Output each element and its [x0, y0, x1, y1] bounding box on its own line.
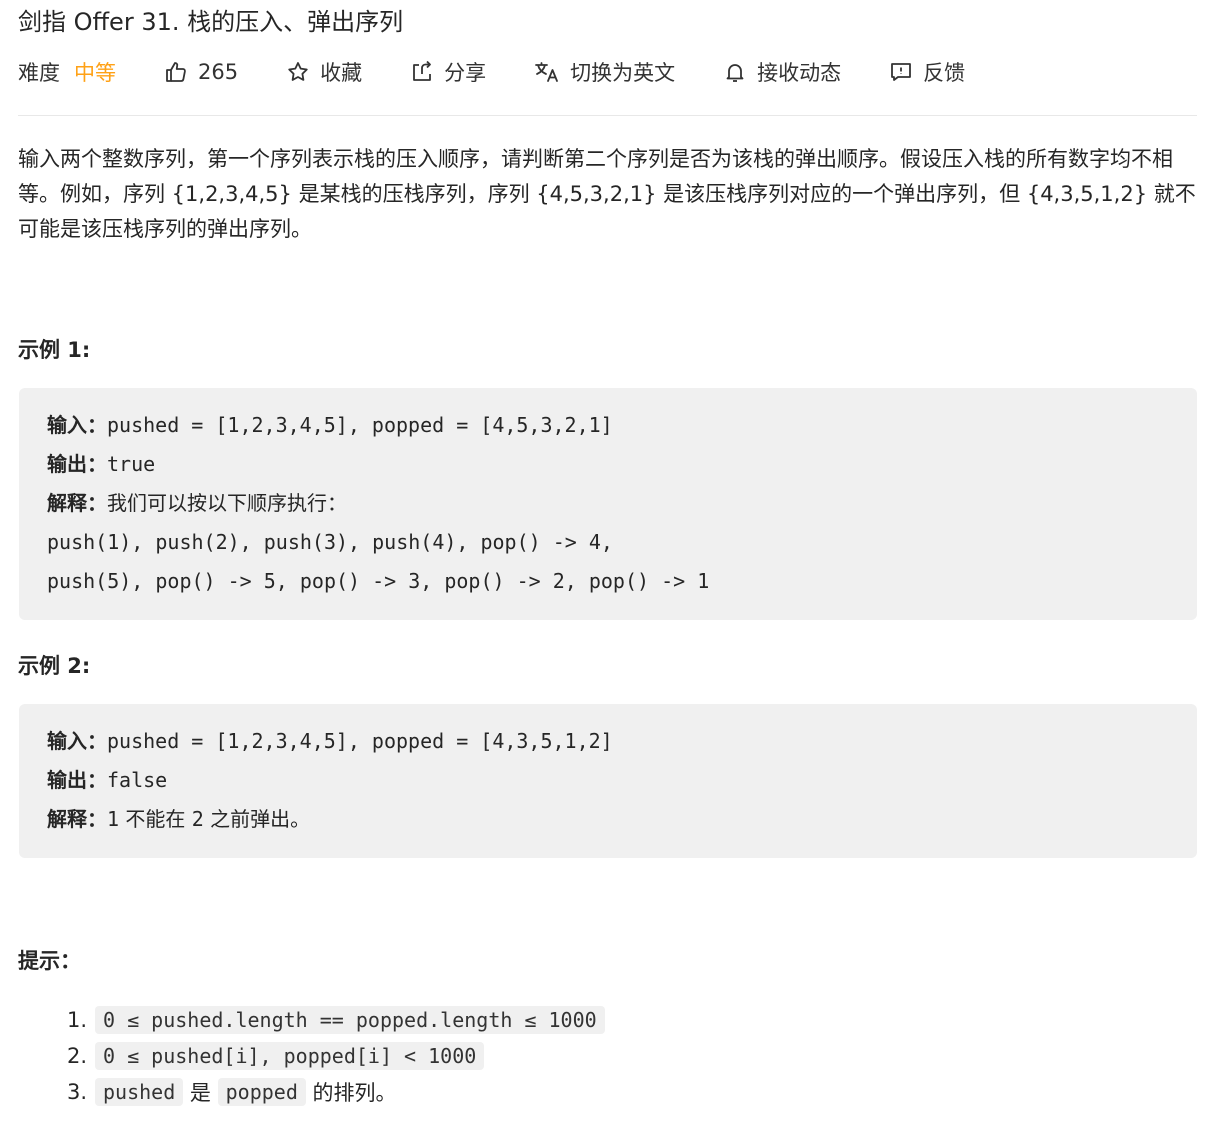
subscribe-button[interactable]: 接收动态: [723, 57, 841, 87]
share-button[interactable]: 分享: [410, 57, 486, 87]
switch-language-button[interactable]: 切换为英文: [534, 57, 675, 87]
share-label: 分享: [444, 61, 487, 85]
thumbs-up-icon: [166, 62, 186, 82]
example-2-explain-text-d: 之前弹出。: [203, 807, 311, 831]
likes-count: 265: [198, 60, 239, 84]
favorite-button[interactable]: 收藏: [286, 57, 362, 87]
tips-title: 提示：: [18, 949, 81, 973]
example-2-input: pushed = [1,2,3,4,5], popped = [4,3,5,1,…: [107, 729, 613, 753]
example-1-step-line: push(5), pop() -> 5, pop() -> 3, pop() -…: [47, 569, 710, 593]
feedback-icon: [891, 63, 911, 81]
example-2-explain-code-c: 2: [191, 807, 204, 831]
constraint-code: 0 ≤ pushed[i], popped[i] < 1000: [95, 1042, 485, 1070]
example-2-title: 示例 2:: [18, 654, 91, 678]
example-2-output: false: [107, 768, 168, 792]
example-2-block: 输入：pushed = [1,2,3,4,5], popped = [4,3,5…: [19, 704, 1197, 858]
example-1-input-label: 输入：: [47, 413, 107, 437]
list-item: 1. 0 ≤ pushed.length == popped.length ≤ …: [67, 1002, 605, 1038]
bell-icon: [726, 64, 744, 82]
constraint-text: 的排列。: [305, 1081, 397, 1105]
feedback-label: 反馈: [923, 61, 966, 85]
divider: [18, 115, 1197, 116]
example-2-output-label: 输出：: [47, 768, 107, 792]
example-1-explain-label: 解释：: [47, 491, 107, 515]
example-2-explain-label: 解释：: [47, 807, 107, 831]
list-item: 2. 0 ≤ pushed[i], popped[i] < 1000: [67, 1038, 605, 1074]
like-button[interactable]: 265: [164, 60, 238, 84]
difficulty-badge: 中等: [74, 61, 116, 85]
example-1-output: true: [107, 452, 156, 476]
example-1-output-label: 输出：: [47, 452, 107, 476]
example-1-step-line: push(1), push(2), push(3), push(4), pop(…: [47, 530, 613, 554]
share-icon: [413, 60, 431, 81]
switch-language-label: 切换为英文: [570, 61, 676, 85]
list-number: 2.: [67, 1044, 88, 1068]
translate-icon: [535, 62, 558, 82]
list-item: 3. pushed 是 popped 的排列。: [67, 1074, 605, 1110]
example-2-explain-code-a: 1: [107, 807, 120, 831]
example-1-title: 示例 1:: [18, 338, 91, 362]
example-2-explain-text-b: 不能在: [119, 807, 192, 831]
example-2-input-label: 输入：: [47, 729, 107, 753]
constraint-code: pushed: [95, 1078, 184, 1106]
favorite-label: 收藏: [320, 61, 363, 85]
star-icon: [288, 62, 308, 81]
list-number: 3.: [67, 1080, 88, 1104]
example-1-input: pushed = [1,2,3,4,5], popped = [4,5,3,2,…: [107, 413, 613, 437]
constraint-code: 0 ≤ pushed.length == popped.length ≤ 100…: [95, 1006, 605, 1034]
tips-list: 1. 0 ≤ pushed.length == popped.length ≤ …: [67, 1002, 605, 1110]
example-1-explain: 我们可以按以下顺序执行：: [107, 491, 347, 515]
difficulty-label: 难度: [18, 61, 60, 85]
problem-description: 输入两个整数序列，第一个序列表示栈的压入顺序，请判断第二个序列是否为该栈的弹出顺…: [18, 147, 1196, 241]
problem-title: 剑指 Offer 31. 栈的压入、弹出序列: [18, 8, 404, 36]
constraint-text: 是: [183, 1081, 218, 1105]
example-1-block: 输入：pushed = [1,2,3,4,5], popped = [4,5,3…: [19, 388, 1197, 620]
problem-toolbar: 难度 中等 265 收藏 分享 切换为英文 接收动态 反馈: [18, 54, 1013, 90]
list-number: 1.: [67, 1008, 88, 1032]
feedback-button[interactable]: 反馈: [889, 57, 965, 87]
constraint-code: popped: [217, 1078, 306, 1106]
subscribe-label: 接收动态: [757, 61, 842, 85]
